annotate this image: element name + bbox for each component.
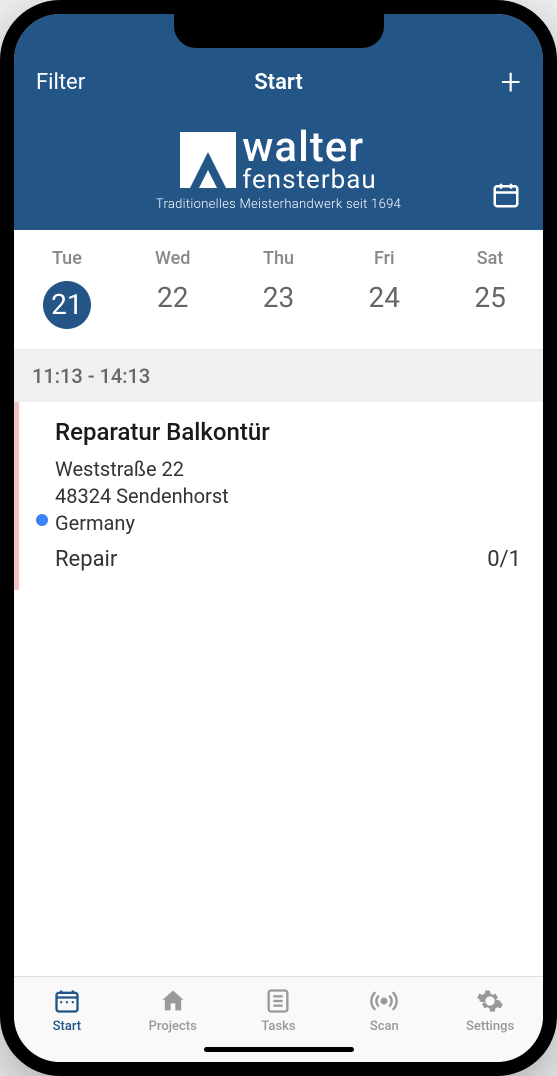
tab-label: Projects	[120, 1019, 226, 1034]
add-button[interactable]: +	[501, 64, 521, 100]
tab-label: Start	[14, 1019, 120, 1034]
date-cell[interactable]: Wed 22	[120, 248, 226, 329]
filter-button[interactable]: Filter	[36, 70, 85, 95]
date-day-label: Fri	[331, 248, 437, 269]
tab-tasks[interactable]: Tasks	[226, 987, 332, 1034]
date-cell[interactable]: Fri 24	[331, 248, 437, 329]
tab-label: Scan	[331, 1019, 437, 1034]
tab-label: Settings	[437, 1019, 543, 1034]
gear-icon	[475, 987, 505, 1015]
date-day-label: Sat	[437, 248, 543, 269]
logo-primary-text: walter	[242, 128, 376, 168]
appointment-card[interactable]: Reparatur Balkontür Weststraße 22 48324 …	[14, 402, 543, 590]
appointment-progress: 0/1	[487, 547, 521, 572]
calendar-icon	[52, 987, 82, 1015]
date-number: 22	[120, 281, 226, 314]
page-title: Start	[254, 70, 302, 95]
date-cell[interactable]: Tue 21	[14, 248, 120, 329]
date-number: 24	[331, 281, 437, 314]
logo-secondary-text: fensterbau	[242, 168, 376, 193]
status-dot-icon	[36, 514, 48, 526]
date-day-label: Wed	[120, 248, 226, 269]
house-icon	[158, 987, 188, 1015]
tab-scan[interactable]: Scan	[331, 987, 437, 1034]
date-cell[interactable]: Thu 23	[226, 248, 332, 329]
appointment-title: Reparatur Balkontür	[55, 418, 521, 446]
date-number: 21	[43, 281, 91, 329]
date-number: 23	[226, 281, 332, 314]
home-indicator[interactable]	[204, 1047, 354, 1052]
calendar-button[interactable]	[491, 180, 521, 214]
brand-logo: walter fensterbau Traditionelles Meister…	[14, 112, 543, 230]
tab-projects[interactable]: Projects	[120, 987, 226, 1034]
content-area	[14, 590, 543, 976]
time-range-header: 11:13 - 14:13	[14, 350, 543, 402]
date-cell[interactable]: Sat 25	[437, 248, 543, 329]
tab-start[interactable]: Start	[14, 987, 120, 1034]
logo-mark-icon	[180, 132, 236, 188]
date-day-label: Tue	[14, 248, 120, 269]
checklist-icon	[263, 987, 293, 1015]
date-strip: Tue 21 Wed 22 Thu 23 Fri 24 Sat 25	[14, 230, 543, 350]
appointment-type: Repair	[55, 547, 117, 572]
calendar-icon	[491, 180, 521, 210]
logo-tagline: Traditionelles Meisterhandwerk seit 1694	[14, 197, 543, 212]
tab-settings[interactable]: Settings	[437, 987, 543, 1034]
date-number: 25	[437, 281, 543, 314]
scan-icon	[369, 987, 399, 1015]
appointment-address: Weststraße 22 48324 Sendenhorst Germany	[55, 456, 521, 537]
tab-label: Tasks	[226, 1019, 332, 1034]
date-day-label: Thu	[226, 248, 332, 269]
